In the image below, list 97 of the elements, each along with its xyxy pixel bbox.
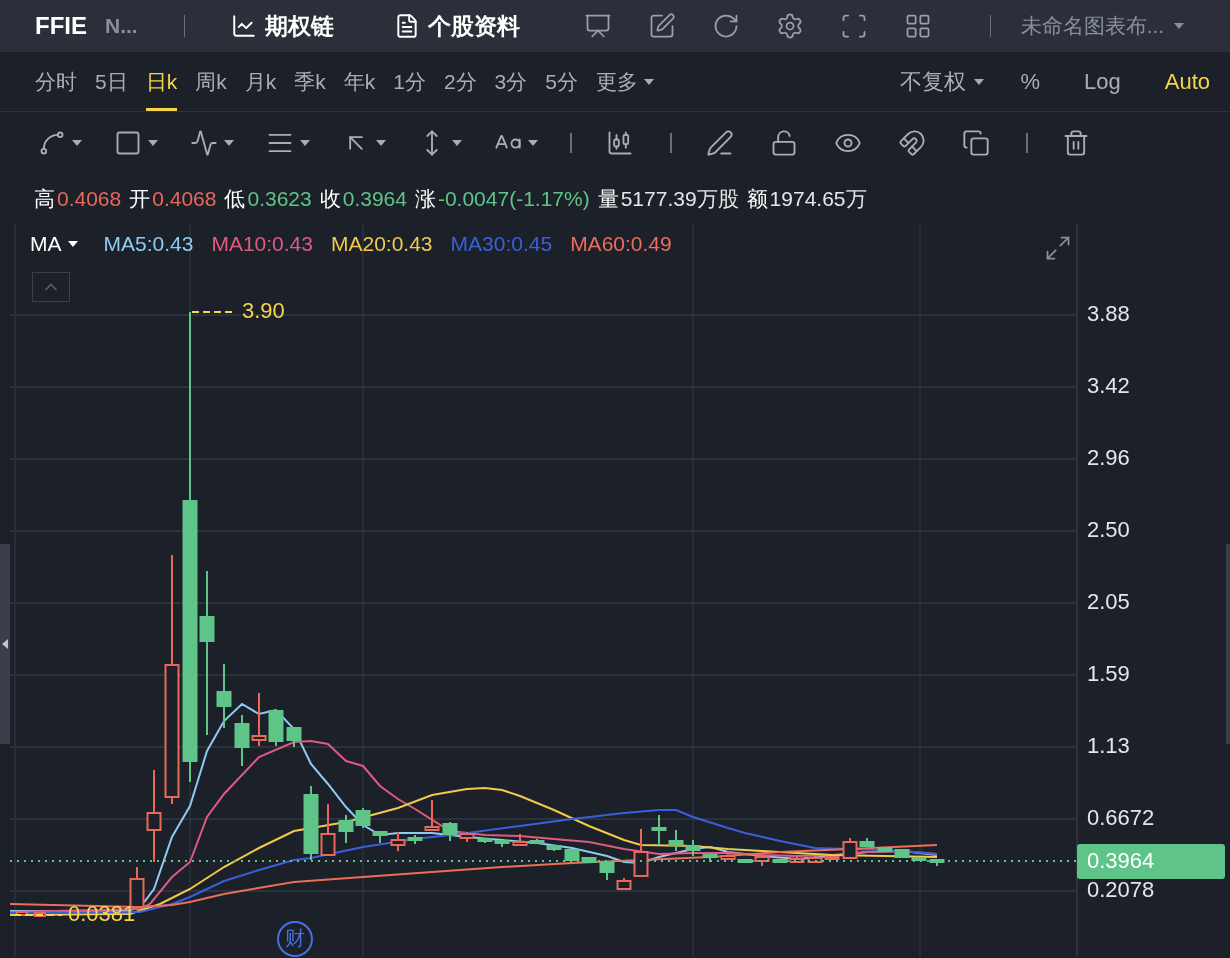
copy-icon	[962, 129, 990, 157]
quote-label: 额	[746, 186, 768, 212]
caret-icon	[643, 78, 654, 85]
caret-icon	[224, 140, 234, 146]
candlestick	[34, 911, 46, 918]
quote-label: 涨	[414, 186, 436, 212]
quote-value: 0.4068	[152, 187, 217, 211]
period-tab[interactable]: 5分	[545, 52, 578, 111]
candlestick	[338, 814, 354, 844]
zigzag-icon	[190, 129, 218, 157]
presentation-icon	[583, 12, 612, 40]
period-tab[interactable]: 日k	[145, 52, 178, 111]
current-price-tag: 0.3964	[1077, 844, 1225, 879]
period-tab[interactable]: 月k	[244, 52, 277, 111]
candlestick	[234, 714, 250, 767]
quote-value: 5177.39万股	[620, 186, 739, 212]
leader-line	[13, 914, 63, 916]
candlestick	[251, 692, 267, 747]
line-tool-icon	[38, 129, 66, 157]
high-price-label: 3.90	[242, 297, 285, 323]
caret-icon	[67, 241, 78, 247]
candlestick	[494, 839, 510, 848]
stock-name: N...	[105, 14, 138, 38]
quote-value: 0.4068	[57, 187, 122, 211]
period-tab[interactable]: 分时	[35, 52, 77, 111]
rectangle-icon	[114, 129, 142, 157]
caret-icon	[528, 140, 538, 146]
magnet-icon	[898, 129, 926, 157]
indicator-dropdown[interactable]: MA	[30, 232, 78, 256]
axis-label: 3.42	[1087, 372, 1130, 398]
expand-button[interactable]	[1044, 234, 1072, 262]
period-tab[interactable]: 年k	[343, 52, 376, 111]
layout-dropdown[interactable]: 未命名图表布...	[1020, 12, 1185, 40]
candlestick	[372, 831, 388, 844]
triangle-left-icon	[2, 639, 8, 649]
scale-option[interactable]: %	[1020, 52, 1040, 111]
stock-symbol: FFIE	[35, 12, 87, 40]
period-tab[interactable]: 1分	[393, 52, 426, 111]
axis-label: 1.13	[1087, 732, 1130, 758]
trash-icon	[1062, 129, 1090, 157]
indicator-value: MA5:0.43	[103, 232, 194, 256]
quote-label: 开	[129, 186, 151, 212]
leader-line	[191, 311, 233, 313]
candlestick	[599, 861, 615, 881]
candlestick	[320, 803, 336, 857]
quote-label: 低	[224, 186, 246, 212]
caret-icon	[148, 140, 158, 146]
expand-icon	[1044, 234, 1072, 262]
caret-icon	[300, 140, 310, 146]
period-tab[interactable]: 2分	[443, 52, 477, 111]
period-tab[interactable]: 季k	[294, 52, 326, 111]
caret-icon	[376, 140, 386, 146]
axis-label: 0.6672	[1087, 804, 1155, 830]
header-link[interactable]: 期权链	[230, 10, 334, 42]
side-panel-handle[interactable]	[0, 544, 10, 744]
candlestick	[355, 807, 371, 829]
chart-icon	[230, 13, 257, 39]
candlestick-icon	[606, 129, 634, 157]
candlestick	[16, 910, 28, 917]
pen-icon	[706, 129, 734, 157]
axis-label: 0.2078	[1087, 876, 1155, 902]
quote-value: 1974.65万	[769, 186, 867, 212]
period-tab[interactable]: 周k	[195, 52, 227, 111]
candlestick	[668, 829, 684, 852]
quote-value: -0.0047(-1.17%)	[437, 187, 590, 211]
quote-label: 收	[319, 186, 341, 212]
scale-option[interactable]: Log	[1084, 52, 1121, 111]
axis-label: 3.88	[1087, 300, 1130, 326]
quote-value: 0.3964	[342, 187, 407, 211]
caret-icon	[1174, 23, 1185, 29]
caret-icon	[72, 140, 82, 146]
scale-option[interactable]: Auto	[1164, 52, 1210, 111]
axis-label: 2.50	[1087, 516, 1130, 542]
axis-label: 2.96	[1087, 444, 1130, 470]
indicator-value: MA60:0.49	[570, 232, 672, 256]
candlestick	[424, 799, 440, 831]
candlestick	[651, 814, 667, 846]
scroll-handle[interactable]	[1226, 544, 1230, 744]
axis-label: 1.59	[1087, 660, 1130, 686]
quote-label: 量	[597, 186, 619, 212]
indicator-value: MA30:0.45	[450, 232, 553, 256]
period-tab[interactable]: 3分	[494, 52, 528, 111]
indicator-value: MA10:0.43	[211, 232, 313, 256]
quote-label: 高	[34, 186, 55, 212]
axis-label: 2.05	[1087, 588, 1130, 614]
caret-icon	[452, 140, 462, 146]
unlock-icon	[770, 129, 798, 157]
period-tab[interactable]: 更多	[595, 52, 654, 111]
header-link[interactable]: 个股资料	[393, 10, 520, 42]
period-tab[interactable]: 5日	[95, 52, 128, 111]
quote-value: 0.3623	[247, 187, 312, 211]
candlestick	[286, 727, 302, 748]
event-marker[interactable]: 财	[277, 921, 313, 957]
candlestick	[268, 708, 284, 747]
adjust-dropdown[interactable]: 不复权	[900, 52, 985, 111]
caret-icon	[974, 78, 985, 85]
indicator-value: MA20:0.43	[330, 232, 433, 256]
